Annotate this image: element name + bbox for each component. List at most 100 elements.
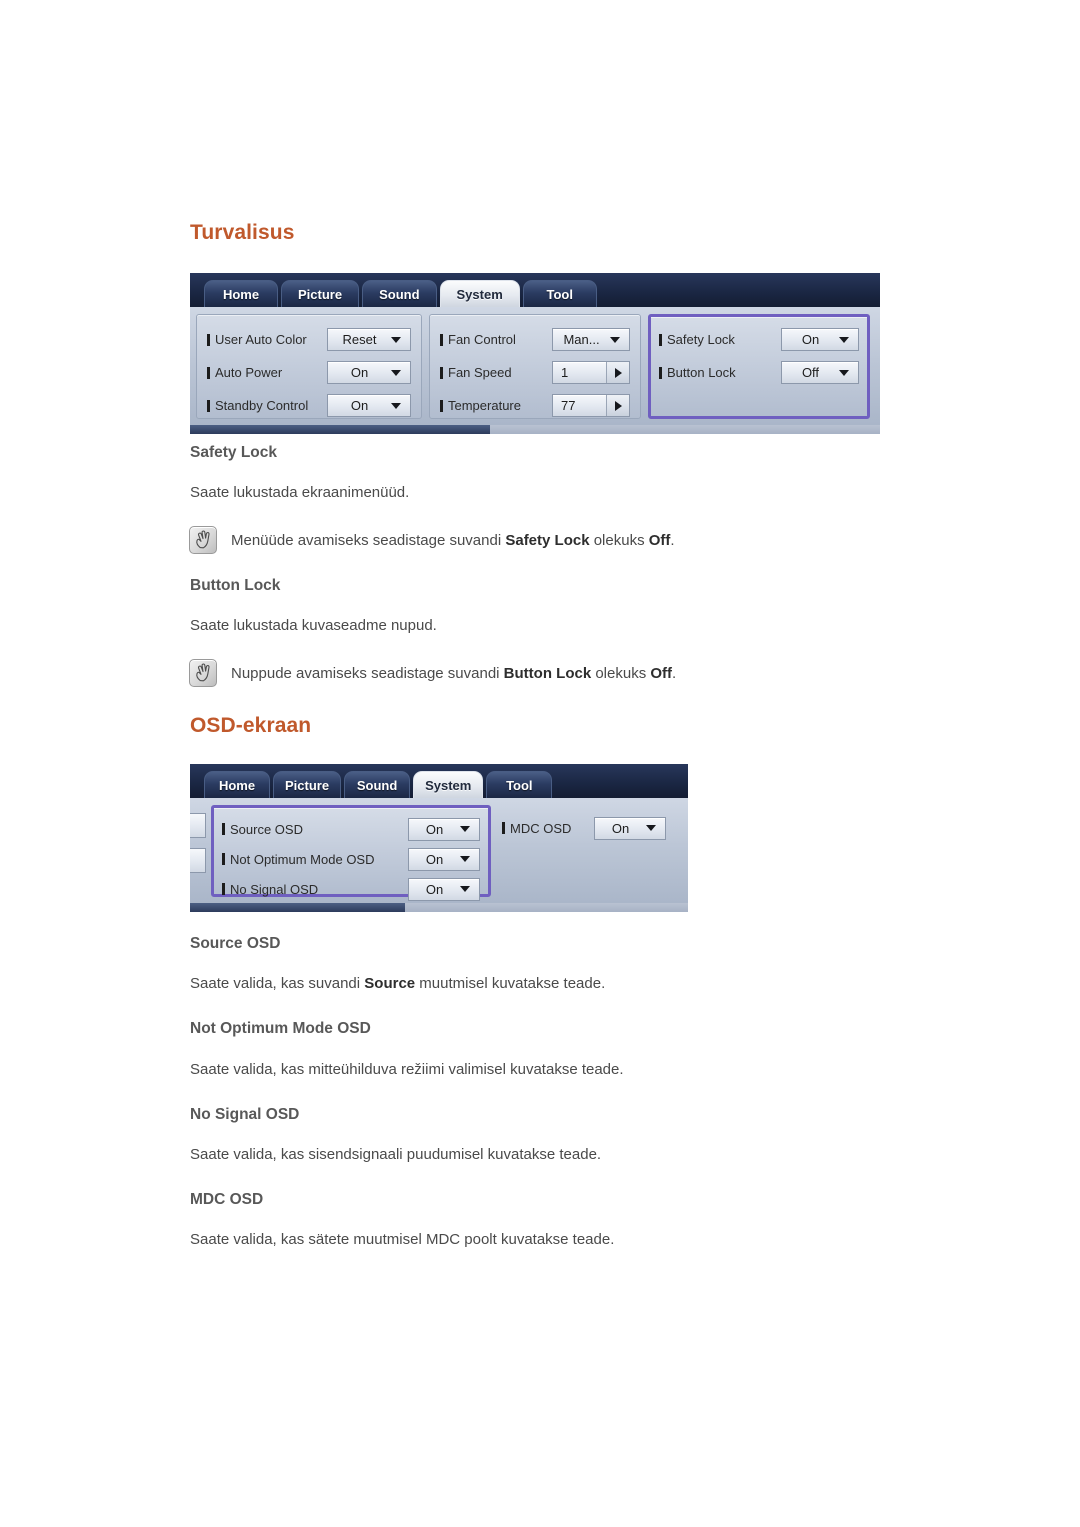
osd-label-auto-power: Auto Power — [207, 365, 282, 380]
osd-spin-button-fan-speed[interactable] — [606, 362, 629, 383]
chevron-down-icon — [460, 856, 470, 862]
osd-label-user-auto-color: User Auto Color — [207, 332, 307, 347]
osd-group-security-highlighted: Safety Lock On Button Lock Off — [648, 314, 870, 419]
desc-mdc-osd: Saate valida, kas sätete muutmisel MDC p… — [190, 1231, 615, 1248]
desc-button-lock: Saate lukustada kuvaseadme nupud. — [190, 617, 437, 634]
osd-label-mdc-osd: MDC OSD — [502, 821, 571, 836]
bullet-icon — [222, 823, 225, 835]
osd-label-source-osd: Source OSD — [222, 822, 303, 837]
osd-label-fan-control: Fan Control — [440, 332, 516, 347]
chevron-down-icon — [391, 402, 401, 409]
osd-value-not-optimum-mode-osd: On — [425, 851, 444, 867]
osd-row-mdc-osd: MDC OSD On — [502, 813, 666, 843]
osd-value-button-lock: Off — [801, 365, 820, 380]
sub-heading-not-optimum-mode-osd: Not Optimum Mode OSD — [190, 1020, 371, 1037]
osd-dropdown-fan-control[interactable]: Man... — [552, 328, 630, 351]
osd-row-no-signal-osd: No Signal OSD On — [222, 874, 480, 904]
chevron-down-icon — [391, 336, 401, 343]
osd-tab-tool[interactable]: Tool — [522, 280, 597, 307]
osd-tab-sound[interactable]: Sound — [362, 280, 437, 307]
chevron-down-icon — [610, 336, 620, 343]
osd-dropdown-source-osd[interactable]: On — [408, 817, 480, 841]
osd-value-safety-lock: On — [801, 332, 820, 347]
osd-screenshot-system-security: Home Picture Sound System Tool User Auto… — [190, 273, 880, 434]
chevron-right-icon — [614, 367, 622, 378]
sub-heading-source-osd: Source OSD — [190, 935, 281, 952]
osd-dropdown-not-optimum-mode-osd[interactable]: On — [408, 847, 480, 871]
osd-dropdown-button-lock[interactable]: Off — [781, 361, 859, 384]
osd-spinner-temperature[interactable]: 77 — [552, 394, 630, 417]
osd-footer — [190, 425, 880, 434]
bullet-icon — [659, 366, 662, 379]
osd-dropdown-mdc-osd[interactable]: On — [594, 816, 666, 840]
osd-tab-home[interactable]: Home — [204, 771, 270, 798]
chevron-down-icon — [839, 336, 849, 343]
bullet-icon — [207, 333, 210, 346]
osd-label-button-lock: Button Lock — [659, 365, 736, 380]
osd-dropdown-no-signal-osd[interactable]: On — [408, 877, 480, 901]
section-heading-turvalisus: Turvalisus — [190, 221, 295, 244]
sub-heading-button-lock: Button Lock — [190, 577, 281, 594]
osd-dropdown-auto-power[interactable]: On — [327, 361, 411, 384]
osd-row-button-lock: Button Lock Off — [659, 356, 859, 389]
osd-tabbar: Home Picture Sound System Tool — [190, 273, 880, 307]
osd-tab-system[interactable]: System — [439, 280, 520, 307]
osd-label-not-optimum-mode-osd: Not Optimum Mode OSD — [222, 852, 375, 867]
note-button-lock-text: Nuppude avamiseks seadistage suvandi But… — [231, 664, 677, 682]
osd-footer-left — [190, 425, 490, 434]
bullet-icon — [502, 822, 505, 834]
chevron-down-icon — [460, 826, 470, 832]
osd-row-temperature: Temperature 77 — [440, 389, 630, 422]
osd-spinner-fan-speed[interactable]: 1 — [552, 361, 630, 384]
osd-value-auto-power: On — [350, 365, 369, 380]
osd-spin-button-temperature[interactable] — [606, 395, 629, 416]
osd-group-general: User Auto Color Reset Auto Power On Stan… — [196, 314, 422, 419]
sub-heading-no-signal-osd: No Signal OSD — [190, 1106, 300, 1123]
osd-tab-picture[interactable]: Picture — [281, 280, 360, 307]
osd-value-standby-control: On — [350, 398, 369, 413]
bullet-icon — [659, 333, 662, 346]
osd-dropdown-user-auto-color[interactable]: Reset — [327, 328, 411, 351]
osd-row-fan-control: Fan Control Man... — [440, 323, 630, 356]
osd-footer-right — [490, 425, 880, 434]
osd-row-auto-power: Auto Power On — [207, 356, 411, 389]
osd-group-fan: Fan Control Man... Fan Speed 1 Temperatu… — [429, 314, 641, 419]
desc-not-optimum-mode-osd: Saate valida, kas mitteühilduva režiimi … — [190, 1061, 624, 1078]
osd-tab-system[interactable]: System — [413, 771, 484, 798]
osd-tab-sound[interactable]: Sound — [344, 771, 411, 798]
osd-value-fan-speed: 1 — [561, 365, 569, 380]
desc-no-signal-osd: Saate valida, kas sisendsignaali puudumi… — [190, 1146, 602, 1163]
osd-row-user-auto-color: User Auto Color Reset — [207, 323, 411, 356]
chevron-down-icon — [646, 825, 656, 831]
osd-label-fan-speed: Fan Speed — [440, 365, 512, 380]
osd-label-no-signal-osd: No Signal OSD — [222, 882, 318, 897]
bullet-icon — [222, 853, 225, 865]
osd-tab-picture[interactable]: Picture — [273, 771, 342, 798]
osd-value-mdc-osd: On — [611, 820, 630, 836]
osd-value-temperature: 77 — [561, 398, 576, 413]
osd-clipped-control-1 — [190, 813, 206, 838]
bullet-icon — [207, 366, 210, 379]
osd-dropdown-standby-control[interactable]: On — [327, 394, 411, 417]
note-safety-lock: Menüüde avamiseks seadistage suvandi Saf… — [189, 526, 675, 554]
osd-value-source-osd: On — [425, 821, 444, 837]
osd-screenshot-system-osd: Home Picture Sound System Tool Source OS… — [190, 764, 688, 912]
osd-dropdown-safety-lock[interactable]: On — [781, 328, 859, 351]
osd-row-safety-lock: Safety Lock On — [659, 323, 859, 356]
osd-value-fan-control: Man... — [563, 332, 600, 347]
osd-body: User Auto Color Reset Auto Power On Stan… — [190, 307, 880, 425]
bullet-icon — [222, 883, 225, 895]
chevron-down-icon — [391, 369, 401, 376]
osd-tab-home[interactable]: Home — [204, 280, 278, 307]
chevron-down-icon — [839, 369, 849, 376]
section-heading-osd-ekraan: OSD-ekraan — [190, 714, 312, 737]
osd-tab-tool[interactable]: Tool — [486, 771, 553, 798]
sub-heading-mdc-osd: MDC OSD — [190, 1191, 264, 1208]
osd-group-osd-highlighted: Source OSD On Not Optimum Mode OSD On No… — [211, 805, 491, 901]
note-safety-lock-text: Menüüde avamiseks seadistage suvandi Saf… — [231, 531, 675, 549]
osd-footer — [190, 903, 688, 912]
osd-label-safety-lock: Safety Lock — [659, 332, 735, 347]
note-hand-icon — [189, 659, 217, 687]
note-hand-icon — [189, 526, 217, 554]
chevron-down-icon — [460, 886, 470, 892]
